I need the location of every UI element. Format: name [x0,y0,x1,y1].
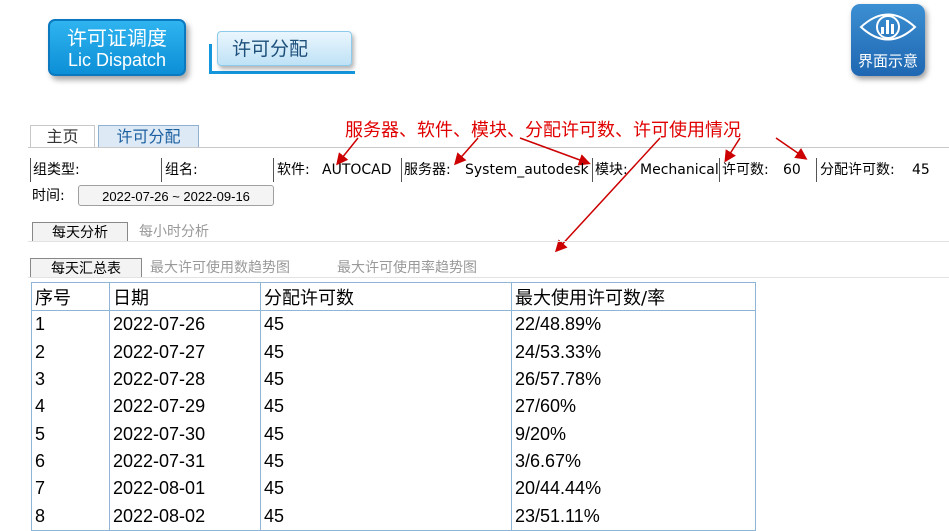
cell-allocated: 45 [260,365,512,394]
cell-date: 2022-07-28 [109,365,261,394]
cell-max-usage: 3/6.67% [511,447,756,476]
time-label: 时间: [32,188,65,204]
table-header-row: 序号 日期 分配许可数 最大使用许可数/率 [31,282,756,312]
cell-max-usage: 20/44.44% [511,475,756,503]
tab-daily-analysis[interactable]: 每天分析 [32,222,128,242]
divider [719,158,720,182]
group-type-label: 组类型: [33,162,80,178]
cell-index: 7 [31,475,110,503]
license-count-value: 60 [783,162,801,178]
divider [30,158,31,182]
module-label: 模块: [595,162,628,178]
cell-allocated: 45 [260,475,512,503]
cell-allocated: 45 [260,338,512,366]
column-header-allocated[interactable]: 分配许可数 [260,282,512,312]
allocated-value: 45 [912,162,930,178]
cell-index: 4 [31,393,110,421]
cell-allocated: 45 [260,393,512,421]
date-range-picker[interactable]: 2022-07-26 ~ 2022-09-16 [78,185,274,206]
column-header-index[interactable]: 序号 [31,282,110,312]
cell-allocated: 45 [260,447,512,476]
cell-max-usage: 9/20% [511,420,756,448]
cell-date: 2022-07-31 [109,447,261,476]
module-value: Mechanical [640,162,719,178]
cell-max-usage: 27/60% [511,393,756,421]
cell-index: 6 [31,447,110,476]
cell-index: 5 [31,420,110,448]
cell-allocated: 45 [260,310,512,339]
table-row[interactable]: 7 2022-08-01 45 20/44.44% [31,475,756,503]
group-name-label: 组名: [165,162,198,178]
divider [816,158,817,182]
tab-max-usage-trend[interactable]: 最大许可使用数趋势图 [150,258,290,278]
server-value: System_autodesk [465,162,589,178]
software-label: 软件: [277,162,310,178]
divider [28,241,949,242]
cell-date: 2022-08-01 [109,475,261,503]
cell-date: 2022-07-29 [109,393,261,421]
divider [28,277,949,278]
cell-max-usage: 22/48.89% [511,310,756,339]
cell-index: 8 [31,502,110,531]
divider [592,158,593,182]
cell-max-usage: 26/57.78% [511,365,756,394]
cell-date: 2022-07-27 [109,338,261,366]
tab-daily-summary[interactable]: 每天汇总表 [30,258,142,278]
table-row[interactable]: 3 2022-07-28 45 26/57.78% [31,365,756,394]
table-row[interactable]: 5 2022-07-30 45 9/20% [31,420,756,448]
cell-index: 3 [31,365,110,394]
divider [273,158,274,182]
cell-allocated: 45 [260,502,512,531]
divider [401,158,402,182]
table-row[interactable]: 6 2022-07-31 45 3/6.67% [31,447,756,476]
server-label: 服务器: [404,162,451,178]
table-row[interactable]: 2 2022-07-27 45 24/53.33% [31,338,756,366]
divider [161,158,162,182]
license-count-label: 许可数: [722,162,769,178]
cell-index: 2 [31,338,110,366]
table-row[interactable]: 1 2022-07-26 45 22/48.89% [31,310,756,339]
cell-date: 2022-07-26 [109,310,261,339]
table-row[interactable]: 4 2022-07-29 45 27/60% [31,393,756,421]
software-value: AUTOCAD [322,162,392,178]
tab-max-usage-rate-trend[interactable]: 最大许可使用率趋势图 [337,258,477,278]
tab-hourly-analysis[interactable]: 每小时分析 [139,222,209,242]
column-header-max-usage[interactable]: 最大使用许可数/率 [511,282,756,312]
daily-summary-table: 序号 日期 分配许可数 最大使用许可数/率 1 2022-07-26 45 22/48… [31,282,756,531]
cell-date: 2022-08-02 [109,502,261,531]
arrow-to-allocated [775,137,808,160]
cell-allocated: 45 [260,420,512,448]
cell-date: 2022-07-30 [109,420,261,448]
column-header-date[interactable]: 日期 [109,282,261,312]
cell-max-usage: 23/51.11% [511,502,756,531]
table-row[interactable]: 8 2022-08-02 45 23/51.11% [31,502,756,531]
arrow-to-usage-table [554,137,661,253]
cell-max-usage: 24/53.33% [511,338,756,366]
cell-index: 1 [31,310,110,339]
allocated-label: 分配许可数: [820,162,895,178]
